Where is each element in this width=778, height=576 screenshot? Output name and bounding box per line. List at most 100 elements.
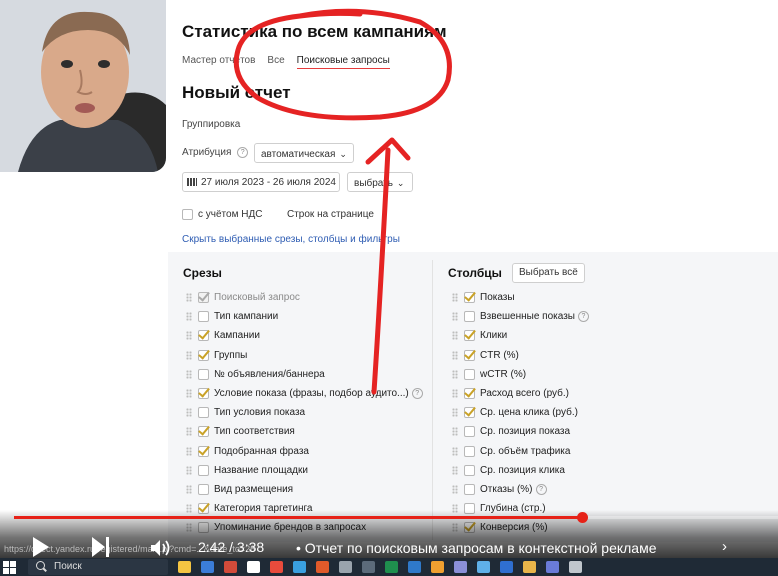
drag-handle-icon[interactable] (452, 484, 458, 494)
drag-handle-icon[interactable] (186, 408, 192, 418)
item-checkbox[interactable] (198, 464, 209, 476)
item-checkbox[interactable] (464, 330, 475, 342)
settings-icon[interactable] (339, 561, 352, 573)
attribution-select[interactable]: автоматическая ⌄ (254, 143, 354, 163)
column-item[interactable]: Клики (452, 326, 589, 345)
item-checkbox[interactable] (198, 426, 209, 438)
item-checkbox[interactable] (464, 292, 475, 304)
mail-app-icon[interactable] (500, 561, 513, 573)
period-select[interactable]: выбрать ⌄ (347, 172, 413, 192)
help-icon[interactable]: ? (411, 388, 423, 400)
tools-icon[interactable] (454, 561, 467, 573)
paint-icon[interactable] (431, 561, 444, 573)
slice-item[interactable]: Поисковый запрос (186, 288, 423, 307)
drag-handle-icon[interactable] (452, 312, 458, 322)
slice-item[interactable]: Название площадки (186, 461, 423, 480)
item-checkbox[interactable] (464, 311, 475, 323)
column-item[interactable]: Ср. объём трафика (452, 442, 589, 461)
item-checkbox[interactable] (198, 330, 209, 342)
item-checkbox[interactable] (464, 445, 475, 457)
drag-handle-icon[interactable] (452, 331, 458, 341)
video-progress-bar[interactable] (14, 512, 778, 523)
drag-handle-icon[interactable] (452, 446, 458, 456)
video-chapter-title[interactable]: • Отчет по поисковым запросам в контекст… (296, 540, 657, 556)
item-checkbox[interactable] (464, 388, 475, 400)
mail-icon[interactable] (201, 561, 214, 573)
play-icon[interactable] (33, 537, 49, 557)
item-checkbox[interactable] (464, 407, 475, 419)
help-icon[interactable]: ? (535, 483, 547, 495)
tab-search-queries[interactable]: Поисковые запросы (296, 55, 390, 69)
excel-icon[interactable] (385, 561, 398, 573)
drag-handle-icon[interactable] (452, 427, 458, 437)
column-item[interactable]: Отказы (%)? (452, 480, 589, 499)
select-all-button[interactable]: Выбрать всё (512, 263, 585, 283)
drag-handle-icon[interactable] (186, 293, 192, 303)
help-icon[interactable]: ? (577, 311, 589, 323)
store-icon[interactable] (546, 561, 559, 573)
drag-handle-icon[interactable] (186, 446, 192, 456)
item-checkbox[interactable] (198, 311, 209, 323)
vat-checkbox-row[interactable]: с учётом НДС (182, 209, 262, 220)
drag-handle-icon[interactable] (452, 408, 458, 418)
tab-report-master[interactable]: Мастер отчётов (182, 55, 255, 69)
item-checkbox[interactable] (464, 349, 475, 361)
item-checkbox[interactable] (198, 349, 209, 361)
calculator-icon[interactable] (362, 561, 375, 573)
drag-handle-icon[interactable] (452, 350, 458, 360)
drag-handle-icon[interactable] (452, 465, 458, 475)
music-icon[interactable] (316, 561, 329, 573)
item-checkbox[interactable] (464, 464, 475, 476)
drag-handle-icon[interactable] (452, 389, 458, 399)
column-item[interactable]: Взвешенные показы? (452, 307, 589, 326)
item-checkbox[interactable] (464, 483, 475, 495)
item-checkbox[interactable] (198, 368, 209, 380)
drag-handle-icon[interactable] (186, 465, 192, 475)
slice-item[interactable]: Условие показа (фразы, подбор аудито...)… (186, 384, 423, 403)
taskbar-search-input[interactable]: Поиск (28, 559, 168, 575)
edge-icon[interactable] (408, 561, 421, 573)
item-checkbox[interactable] (198, 445, 209, 457)
video-progress-handle[interactable] (576, 512, 588, 523)
drag-handle-icon[interactable] (186, 331, 192, 341)
files-icon[interactable] (178, 561, 191, 573)
drag-handle-icon[interactable] (186, 389, 192, 399)
drag-handle-icon[interactable] (452, 369, 458, 379)
column-item[interactable]: Ср. позиция показа (452, 422, 589, 441)
windows-start-icon[interactable] (2, 560, 16, 574)
hide-selected-link[interactable]: Скрыть выбранные срезы, столбцы и фильтр… (182, 234, 400, 245)
slice-item[interactable]: Подобранная фраза (186, 442, 423, 461)
browser-icon[interactable] (224, 561, 237, 573)
slice-item[interactable]: Тип соответствия (186, 422, 423, 441)
yandex-icon[interactable] (270, 561, 283, 573)
slice-item[interactable]: Тип кампании (186, 307, 423, 326)
item-checkbox[interactable] (198, 483, 209, 495)
chrome-icon[interactable] (247, 561, 260, 573)
volume-icon[interactable] (150, 539, 172, 557)
tab-all[interactable]: Все (267, 55, 284, 69)
drag-handle-icon[interactable] (186, 369, 192, 379)
drag-handle-icon[interactable] (186, 484, 192, 494)
item-checkbox[interactable] (464, 368, 475, 380)
drag-handle-icon[interactable] (186, 427, 192, 437)
date-range-picker[interactable]: 27 июля 2023 - 26 июля 2024 (182, 172, 340, 192)
chevron-right-icon[interactable]: › (722, 538, 727, 555)
slice-item[interactable]: № объявления/баннера (186, 365, 423, 384)
drag-handle-icon[interactable] (186, 350, 192, 360)
item-checkbox[interactable] (464, 426, 475, 438)
item-checkbox[interactable] (198, 407, 209, 419)
column-item[interactable]: wCTR (%) (452, 365, 589, 384)
app-icon[interactable] (569, 561, 582, 573)
help-icon[interactable]: ? (237, 147, 249, 158)
vat-checkbox[interactable] (182, 209, 193, 220)
chat-icon[interactable] (477, 561, 490, 573)
drag-handle-icon[interactable] (452, 293, 458, 303)
item-checkbox[interactable] (198, 388, 209, 400)
slice-item[interactable]: Тип условия показа (186, 403, 423, 422)
photos-icon[interactable] (523, 561, 536, 573)
column-item[interactable]: Расход всего (руб.) (452, 384, 589, 403)
telegram-icon[interactable] (293, 561, 306, 573)
column-item[interactable]: Показы (452, 288, 589, 307)
column-item[interactable]: Ср. цена клика (руб.) (452, 403, 589, 422)
slice-item[interactable]: Вид размещения (186, 480, 423, 499)
